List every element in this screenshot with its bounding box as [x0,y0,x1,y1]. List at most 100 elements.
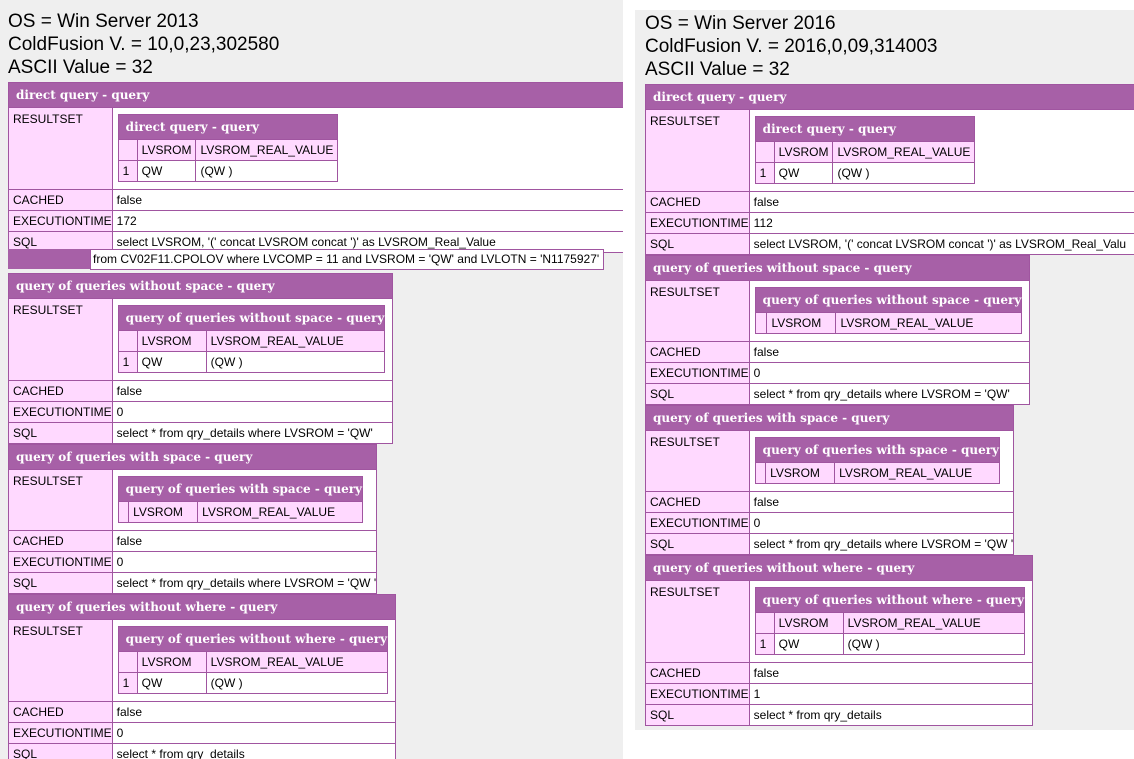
column-header[interactable]: LVSROM [136,651,207,673]
resultset-title[interactable]: direct query - query [754,116,976,142]
resultset-title[interactable]: query of queries without where - query [117,626,389,652]
column-header[interactable]: LVSROM [773,141,834,163]
executiontime-value: 0 [748,512,1015,534]
column-header[interactable]: LVSROM_REAL_VALUE [834,462,1001,484]
resultset-label[interactable]: RESULTSET [645,109,750,192]
row-number[interactable]: 1 [117,672,138,694]
executiontime-label[interactable]: EXECUTIONTIME [8,210,113,232]
column-header[interactable]: LVSROM [136,330,207,352]
row-number[interactable]: 1 [754,633,775,655]
row-num-header [117,651,138,673]
row-number[interactable]: 1 [754,162,775,184]
resultset-table: query of queries without where - query L… [754,587,1026,655]
executiontime-label[interactable]: EXECUTIONTIME [645,683,750,705]
dump-direct-query: direct query - query RESULTSET direct qu… [8,82,623,253]
sql-value: select * from qry_details where LVSROM =… [111,572,378,594]
resultset-label[interactable]: RESULTSET [8,298,113,381]
cached-value: false [748,191,1134,213]
resultset-label[interactable]: RESULTSET [8,469,113,531]
executiontime-label[interactable]: EXECUTIONTIME [645,512,750,534]
cached-label[interactable]: CACHED [8,530,113,552]
table-row: 1 QW (QW ) [754,633,1026,655]
panel-divider [623,0,635,759]
resultset-title[interactable]: query of queries without space - query [117,305,386,331]
sql-label[interactable]: SQL [8,422,113,444]
query-dump-table: query of queries without where - query R… [7,594,397,759]
column-header[interactable]: LVSROM [136,139,197,161]
row-num-header [117,330,138,352]
dump-title[interactable]: direct query - query [8,82,623,108]
row-num-header [754,141,775,163]
dump-query-with-space: query of queries with space - query RESU… [644,405,1015,555]
dump-title[interactable]: direct query - query [645,84,1134,110]
column-header[interactable]: LVSROM [766,312,837,334]
row-num-header [754,462,767,484]
cached-label[interactable]: CACHED [8,189,113,211]
dump-title[interactable]: query of queries without where - query [644,555,1034,581]
column-header[interactable]: LVSROM_REAL_VALUE [205,330,386,352]
resultset-label[interactable]: RESULTSET [8,619,113,702]
sql-label[interactable]: SQL [645,533,750,555]
column-header[interactable]: LVSROM_REAL_VALUE [197,501,364,523]
cached-label[interactable]: CACHED [645,341,750,363]
executiontime-label[interactable]: EXECUTIONTIME [8,551,113,573]
dump-title[interactable]: query of queries with space - query [7,444,378,470]
os-line: OS = Win Server 2013 [8,11,199,32]
resultset-value: query of queries without space - query L… [111,298,394,381]
dump-title[interactable]: query of queries without space - query [7,273,394,299]
column-header[interactable]: LVSROM_REAL_VALUE [832,141,976,163]
resultset-value: direct query - query LVSROM LVSROM_REAL_… [111,107,623,190]
query-dump-table: query of queries with space - query RESU… [7,444,378,594]
column-header[interactable]: LVSROM [128,501,199,523]
row-number[interactable]: 1 [117,351,138,373]
executiontime-value: 0 [748,362,1031,384]
resultset-label[interactable]: RESULTSET [8,107,113,190]
resultset-title[interactable]: query of queries with space - query [754,437,1001,463]
cached-label[interactable]: CACHED [645,491,750,513]
dump-query-with-space: query of queries with space - query RESU… [7,444,378,594]
executiontime-label[interactable]: EXECUTIONTIME [645,362,750,384]
cached-label[interactable]: CACHED [645,662,750,684]
query-dump-table: query of queries without space - query R… [644,255,1031,405]
resultset-label[interactable]: RESULTSET [645,430,750,492]
row-number[interactable]: 1 [117,160,138,182]
sql-label[interactable]: SQL [645,704,750,726]
dump-title[interactable]: query of queries with space - query [644,405,1015,431]
column-header[interactable]: LVSROM [765,462,836,484]
column-header[interactable]: LVSROM_REAL_VALUE [842,612,1026,634]
resultset-value: query of queries without where - query L… [748,580,1034,663]
cached-value: false [111,380,394,402]
resultset-table: direct query - query LVSROM LVSROM_REAL_… [754,116,976,184]
sql-label[interactable]: SQL [8,743,113,759]
column-header[interactable]: LVSROM_REAL_VALUE [205,651,389,673]
dump-title[interactable]: query of queries without where - query [7,594,397,620]
resultset-table: direct query - query LVSROM LVSROM_REAL_… [117,114,339,182]
resultset-title[interactable]: query of queries with space - query [117,476,364,502]
executiontime-label[interactable]: EXECUTIONTIME [8,722,113,744]
resultset-value: query of queries without space - query L… [748,280,1031,342]
executiontime-label[interactable]: EXECUTIONTIME [8,401,113,423]
cell: QW [136,160,197,182]
resultset-title[interactable]: query of queries without where - query [754,587,1026,613]
sql-value: select * from qry_details where LVSROM =… [748,383,1031,405]
row-num-header [117,139,138,161]
resultset-title[interactable]: direct query - query [117,114,339,140]
dump-title[interactable]: query of queries without space - query [644,255,1031,281]
cached-label[interactable]: CACHED [8,380,113,402]
sql-value-continued: from CV02F11.CPOLOV where LVCOMP = 11 an… [90,249,605,270]
cached-label[interactable]: CACHED [8,701,113,723]
column-header[interactable]: LVSROM_REAL_VALUE [835,312,1023,334]
cell: (QW ) [205,351,386,373]
sql-label[interactable]: SQL [645,383,750,405]
cached-value: false [748,662,1034,684]
sql-label[interactable]: SQL [645,233,750,255]
executiontime-label[interactable]: EXECUTIONTIME [645,212,750,234]
resultset-label[interactable]: RESULTSET [645,580,750,663]
resultset-title[interactable]: query of queries without space - query [754,287,1023,313]
resultset-label[interactable]: RESULTSET [645,280,750,342]
sql-label[interactable]: SQL [8,572,113,594]
cached-label[interactable]: CACHED [645,191,750,213]
column-header[interactable]: LVSROM [773,612,844,634]
env-info: OS = Win Server 2013 ColdFusion V. = 10,… [8,10,279,79]
column-header[interactable]: LVSROM_REAL_VALUE [195,139,339,161]
